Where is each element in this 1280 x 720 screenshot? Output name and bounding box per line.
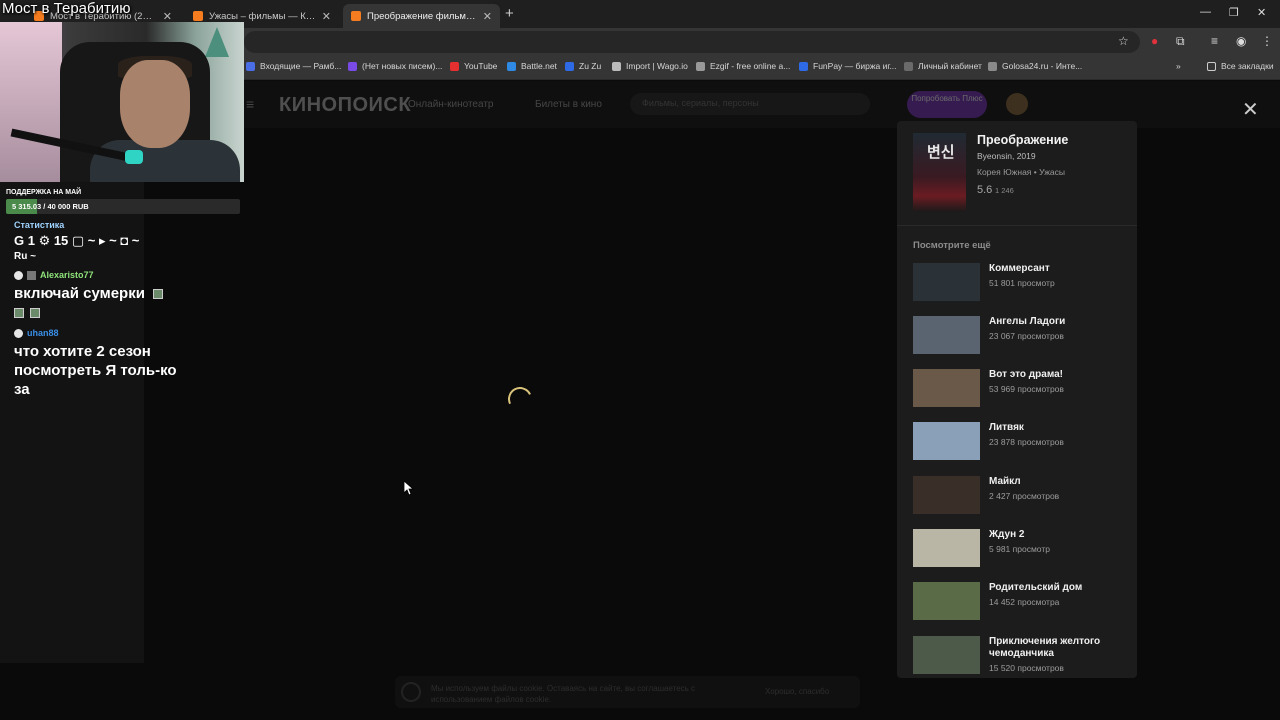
donation-label: ПОДДЕРЖКА НА МАЙ [6,189,82,196]
recommendation-thumbnail [913,636,980,674]
stream-title: Мост в Терабитию [2,0,131,17]
broadcaster-badge-icon [14,270,23,280]
chat-message: что хотите 2 сезон посмотреть Я толь-ко … [14,343,177,398]
ezgif-icon [696,61,705,71]
kinopoisk-favicon-icon [351,11,361,21]
golosa-icon [988,61,997,71]
recommendation-thumbnail [913,369,980,407]
nav-cinema-tickets[interactable]: Билеты в кино [535,99,602,110]
recommendation-thumbnail [913,582,980,620]
donation-amount: 5 315.03 / 40 000 RUB [12,202,89,211]
close-window-icon[interactable]: ✕ [1257,6,1266,19]
wago-icon [612,61,621,71]
bookmark-battlenet[interactable]: Battle.net [507,61,557,71]
see-more-heading: Посмотрите ещё [913,240,991,251]
film-meta: Корея Южная • Ужасы [977,167,1065,177]
menu-icon[interactable]: ⋮ [1261,34,1273,48]
recommendation-item[interactable]: Майкл 2 427 просмотров [913,476,1128,516]
bookmark-zuzu[interactable]: Zu Zu [565,61,601,71]
recommendation-thumbnail [913,263,980,301]
avatar[interactable] [1006,93,1028,115]
all-bookmarks[interactable]: Все закладки [1207,61,1274,71]
close-tab-icon[interactable]: ✕ [163,10,172,23]
film-votes: 1 246 [995,186,1014,195]
webcam-feed [0,22,244,182]
bookmark-personal-account[interactable]: Личный кабинет [904,61,982,71]
recommendation-thumbnail [913,529,980,567]
recommendation-thumbnail [913,476,980,514]
vk-icon [565,61,574,71]
chat-username: uhan88 [14,328,59,338]
mail-icon [246,61,255,71]
film-title[interactable]: Преображение [977,133,1068,147]
stats-counters: G 1 ⚙ 15 ▢ ~ ▸ ~ ◘ ~ Ru ~ [14,233,140,262]
chat-username: Alexaristo77 [14,270,94,280]
close-overlay-icon[interactable]: ✕ [1242,97,1259,122]
close-tab-icon[interactable]: ✕ [483,10,492,23]
film-rating: 5.6 [977,184,993,196]
maximize-icon[interactable]: ❐ [1229,6,1239,19]
bookmark-funpay[interactable]: FunPay — биржа иг... [799,61,897,71]
donation-progress-bar: 5 315.03 / 40 000 RUB [6,199,240,214]
kinopoisk-favicon-icon [193,11,203,21]
search-input[interactable]: Фильмы, сериалы, персоны [630,93,870,115]
bookmark-no-new-mail[interactable]: (Нет новых писем)... [348,61,442,71]
cookie-toast: Мы используем файлы cookie. Оставаясь на… [395,676,860,708]
more-bookmarks-icon[interactable]: » [1176,61,1181,71]
emote-icon [14,308,24,319]
stats-label: Статистика [14,220,65,230]
folder-icon [1207,61,1216,71]
extensions-icon[interactable]: ⧉ [1176,34,1185,49]
emote-icon [30,308,40,319]
extension-red-icon[interactable]: ● [1151,34,1158,48]
youtube-icon [450,61,459,71]
account-icon [904,61,913,71]
recommendation-item[interactable]: Литвяк 23 878 просмотров [913,422,1128,462]
funpay-icon [799,61,808,71]
recommendation-item[interactable]: Коммерсант 51 801 просмотр [913,263,1128,303]
sub-badge-icon [27,270,36,280]
broadcaster-badge-icon [14,328,23,338]
bookmark-ezgif[interactable]: Ezgif - free online a... [696,61,790,71]
recommendation-item[interactable]: Ждун 2 5 981 просмотр [913,529,1128,569]
kinopoisk-logo[interactable]: КИНОПОИСК [279,94,411,117]
mouse-cursor-icon [404,481,414,496]
film-original-title: Byeonsin, 2019 [977,151,1036,161]
media-icon[interactable]: ≡ [1211,34,1218,48]
film-poster[interactable]: 변신 [913,133,966,212]
recommendation-thumbnail [913,422,980,460]
hamburger-icon[interactable]: ≡ [246,96,254,112]
bookmark-golosa24[interactable]: Golosa24.ru - Инте... [988,61,1082,71]
cookie-text: Мы используем файлы cookie. Оставаясь на… [431,684,696,704]
address-bar[interactable] [244,31,1140,53]
cookie-icon [401,682,421,702]
minimize-icon[interactable]: — [1200,6,1211,18]
recommendation-item[interactable]: Ангелы Ладоги 23 067 просмотров [913,316,1128,356]
cookie-accept-link[interactable]: Хорошо, спасибо [765,687,829,696]
battlenet-icon [507,61,516,71]
recommendation-item[interactable]: Приключения желтого чемоданчика 15 520 п… [913,636,1128,676]
bookmark-wago[interactable]: Import | Wago.io [612,61,688,71]
try-plus-button[interactable]: Попробовать Плюс [907,91,987,118]
profile-icon[interactable]: ◉ [1236,34,1246,48]
chat-message: включай сумерки [14,284,194,322]
star-icon[interactable]: ☆ [1118,34,1129,48]
tab-preobrazhenie[interactable]: Преображение фильм, 2019, д ✕ [343,4,500,28]
new-tab-icon[interactable]: + [505,5,514,22]
mail-icon [348,61,357,71]
bookmark-rambler-inbox[interactable]: Входящие — Рамб... [246,61,341,71]
recommendation-item[interactable]: Вот это драма! 53 969 просмотров [913,369,1128,409]
film-side-panel: 변신 Преображение Byeonsin, 2019 Корея Южн… [897,121,1137,678]
bookmark-youtube[interactable]: YouTube [450,61,497,71]
recommendation-item[interactable]: Родительский дом 14 452 просмотра [913,582,1128,622]
recommendation-thumbnail [913,316,980,354]
emote-icon [153,289,164,300]
nav-online-cinema[interactable]: Онлайн-кинотеатр [408,99,493,110]
close-tab-icon[interactable]: ✕ [322,10,331,23]
film-header: 변신 Преображение Byeonsin, 2019 Корея Южн… [897,121,1137,226]
